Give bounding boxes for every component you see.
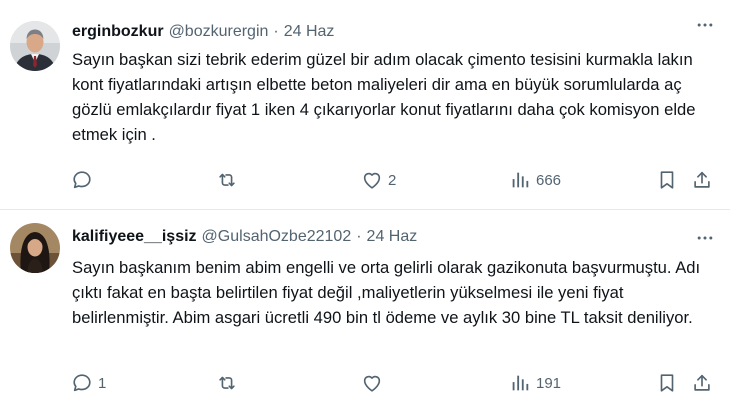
avatar[interactable] xyxy=(10,223,60,273)
like-icon xyxy=(363,172,381,189)
separator-dot: · xyxy=(273,23,279,40)
display-name[interactable]: erginbozkur xyxy=(72,23,164,41)
bookmark-button[interactable] xyxy=(656,165,678,195)
tweet-actions: 2 666 xyxy=(0,165,730,195)
tweet-header: erginbozkur @bozkurergin · 24 Haz xyxy=(72,19,690,45)
tweet[interactable]: erginbozkur @bozkurergin · 24 Haz Sayın … xyxy=(0,0,730,209)
user-handle[interactable]: @bozkurergin xyxy=(169,23,269,41)
tweet-date[interactable]: 24 Haz xyxy=(284,23,335,41)
tweet-text: Sayın başkanım benim abim engelli ve ort… xyxy=(72,258,701,327)
more-icon xyxy=(697,236,713,240)
tweet-actions: 1 191 xyxy=(0,368,730,398)
user-handle[interactable]: @GulsahOzbe22102 xyxy=(202,228,352,246)
tweet-header: kalifiyeee__işsiz @GulsahOzbe22102 · 24 … xyxy=(72,224,690,250)
more-icon xyxy=(697,23,713,27)
reply-icon xyxy=(73,171,91,189)
bookmark-icon xyxy=(660,171,674,189)
display-name[interactable]: kalifiyeee__işsiz xyxy=(72,228,197,246)
share-button[interactable] xyxy=(691,165,713,195)
like-button[interactable]: 2 xyxy=(361,165,396,195)
retweet-icon xyxy=(219,376,235,390)
tweet-date[interactable]: 24 Haz xyxy=(367,228,418,246)
views-button[interactable]: 191 xyxy=(509,368,561,398)
avatar[interactable] xyxy=(10,21,60,71)
avatar-woman-icon xyxy=(10,223,60,273)
tweet-text: Sayın başkan sizi tebrik ederim güzel bi… xyxy=(72,50,696,144)
tweet[interactable]: kalifiyeee__işsiz @GulsahOzbe22102 · 24 … xyxy=(0,210,730,420)
share-button[interactable] xyxy=(691,368,713,398)
reply-count: 1 xyxy=(98,374,107,392)
separator-dot: · xyxy=(356,228,362,245)
like-icon xyxy=(363,375,381,392)
views-button[interactable]: 666 xyxy=(509,165,561,195)
tweet-feed: erginbozkur @bozkurergin · 24 Haz Sayın … xyxy=(0,0,730,420)
more-options-button[interactable] xyxy=(694,227,716,249)
views-icon xyxy=(512,172,529,188)
more-options-button[interactable] xyxy=(694,14,716,36)
retweet-button[interactable] xyxy=(216,165,243,195)
view-count: 191 xyxy=(536,374,562,392)
reply-button[interactable] xyxy=(71,165,98,195)
retweet-button[interactable] xyxy=(216,368,243,398)
retweet-icon xyxy=(219,173,235,187)
bookmark-button[interactable] xyxy=(656,368,678,398)
bookmark-icon xyxy=(660,374,674,392)
reply-button[interactable]: 1 xyxy=(71,368,106,398)
like-count: 2 xyxy=(388,171,397,189)
reply-icon xyxy=(73,374,91,392)
avatar-man-icon xyxy=(10,21,60,71)
views-icon xyxy=(512,375,529,391)
view-count: 666 xyxy=(536,171,562,189)
like-button[interactable] xyxy=(361,368,388,398)
share-icon xyxy=(694,171,710,188)
share-icon xyxy=(694,374,710,391)
